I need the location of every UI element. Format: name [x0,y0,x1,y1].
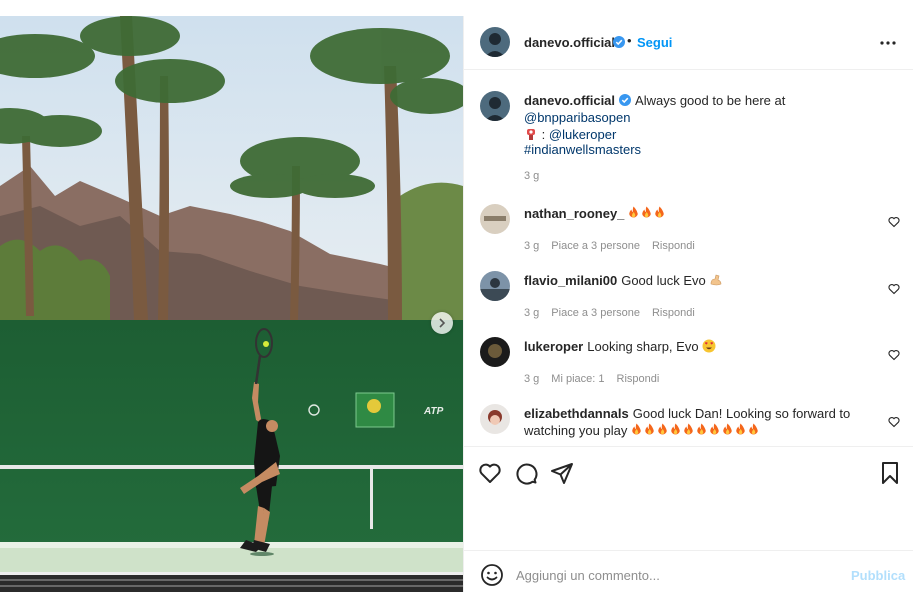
comment-body: lukeroper Looking sharp, Evo [524,338,874,355]
fire-emoji-icon [723,423,732,435]
caption-username[interactable]: danevo.official [524,93,615,108]
follow-button[interactable]: Segui [637,35,672,50]
caption-hashtag-line: #indianwellsmasters [524,141,874,158]
comment-time[interactable]: 3 g [524,240,539,252]
comment-body: elizabethdannals Good luck Dan! Looking s… [524,405,874,439]
commenter-avatar[interactable] [480,337,510,367]
next-photo-button[interactable] [431,312,453,334]
fire-emoji-icon [684,423,693,435]
commenter-avatar[interactable] [480,404,510,434]
comment-username[interactable]: elizabethdannals [524,406,629,421]
heart-outline-icon[interactable] [888,283,900,295]
caption-avatar[interactable] [480,91,510,121]
comment-composer: Pubblica [464,550,913,592]
comment-time[interactable]: 3 g [524,373,539,385]
fire-emoji-group [631,423,761,438]
comments-list[interactable]: danevo.official Always good to be here at… [464,71,913,446]
caption-meta: 3 g [524,170,539,182]
save-bookmark-icon[interactable] [878,461,902,485]
fire-emoji-icon [749,423,758,435]
fire-emoji-icon [697,423,706,435]
flexed-biceps-emoji-icon [711,274,722,286]
fire-emoji-icon [655,206,665,218]
more-options-icon[interactable] [880,41,896,45]
heart-outline-icon[interactable] [888,349,900,361]
fire-emoji-icon [658,423,667,435]
comment-text: Looking sharp, Evo [587,339,699,354]
comment-meta: 3 g Piace a 3 persone Rispondi [524,240,695,252]
heart-outline-icon[interactable] [888,416,900,428]
comment-likes[interactable]: Piace a 3 persone [551,307,640,319]
post-actions [464,446,913,550]
caption-text: Always good to be here at [635,93,786,108]
like-heart-icon[interactable] [478,461,502,485]
verified-badge-icon [613,36,625,48]
comment-likes[interactable]: Piace a 3 persone [551,240,640,252]
verified-badge-icon [619,94,632,106]
comment-likes[interactable]: Mi piace: 1 [551,373,604,385]
mention-bnpparibasopen[interactable]: @bnpparibasopen [524,110,630,125]
comment-input[interactable] [516,563,816,587]
fire-emoji-icon [632,423,641,435]
comment-bubble-icon[interactable] [514,461,538,485]
publish-button[interactable]: Pubblica [851,568,905,583]
court-sign-atp: ATP [423,406,444,417]
comment-text: Good luck Evo [621,273,706,288]
mention-lukeroper[interactable]: @lukeroper [549,127,616,142]
photo-credit-prefix: : [541,127,546,142]
heart-outline-icon[interactable] [888,216,900,228]
author-username[interactable]: danevo.official [524,35,615,50]
reply-button[interactable]: Rispondi [652,307,695,319]
caption-time[interactable]: 3 g [524,170,539,182]
camera-emoji-icon [527,129,535,140]
caption-body: danevo.official Always good to be here at… [524,92,874,143]
reply-button[interactable]: Rispondi [617,373,660,385]
comment-body: nathan_rooney_ [524,205,874,222]
comment-username[interactable]: nathan_rooney_ [524,206,624,221]
comment-username[interactable]: lukeroper [524,339,583,354]
emoji-picker-icon[interactable] [480,563,504,587]
commenter-avatar[interactable] [480,204,510,234]
fire-emoji-icon [629,206,639,218]
fire-emoji-icon [671,423,680,435]
fire-emoji-icon [642,206,652,218]
comment-time[interactable]: 3 g [524,307,539,319]
post-header: danevo.official • Segui [464,16,913,70]
fire-emoji-icon [710,423,719,435]
author-avatar[interactable] [480,27,510,57]
header-separator: • [627,33,632,48]
fire-emoji-icon [645,423,654,435]
post-media[interactable]: ATP [0,16,463,592]
share-send-icon[interactable] [550,461,574,485]
post-side-panel: danevo.official • Segui danevo.official … [463,16,913,592]
comment-username[interactable]: flavio_milani00 [524,273,617,288]
heart-eyes-emoji-icon [702,339,716,353]
comment-meta: 3 g Piace a 3 persone Rispondi [524,307,695,319]
chevron-right-icon [439,318,446,328]
fire-emoji-icon [736,423,745,435]
comment-meta: 3 g Mi piace: 1 Rispondi [524,373,659,385]
commenter-avatar[interactable] [480,271,510,301]
comment-body: flavio_milani00 Good luck Evo [524,272,874,289]
reply-button[interactable]: Rispondi [652,240,695,252]
hashtag-indianwellsmasters[interactable]: #indianwellsmasters [524,142,641,157]
fire-emoji-group [628,206,667,221]
post-photo: ATP [0,16,463,592]
